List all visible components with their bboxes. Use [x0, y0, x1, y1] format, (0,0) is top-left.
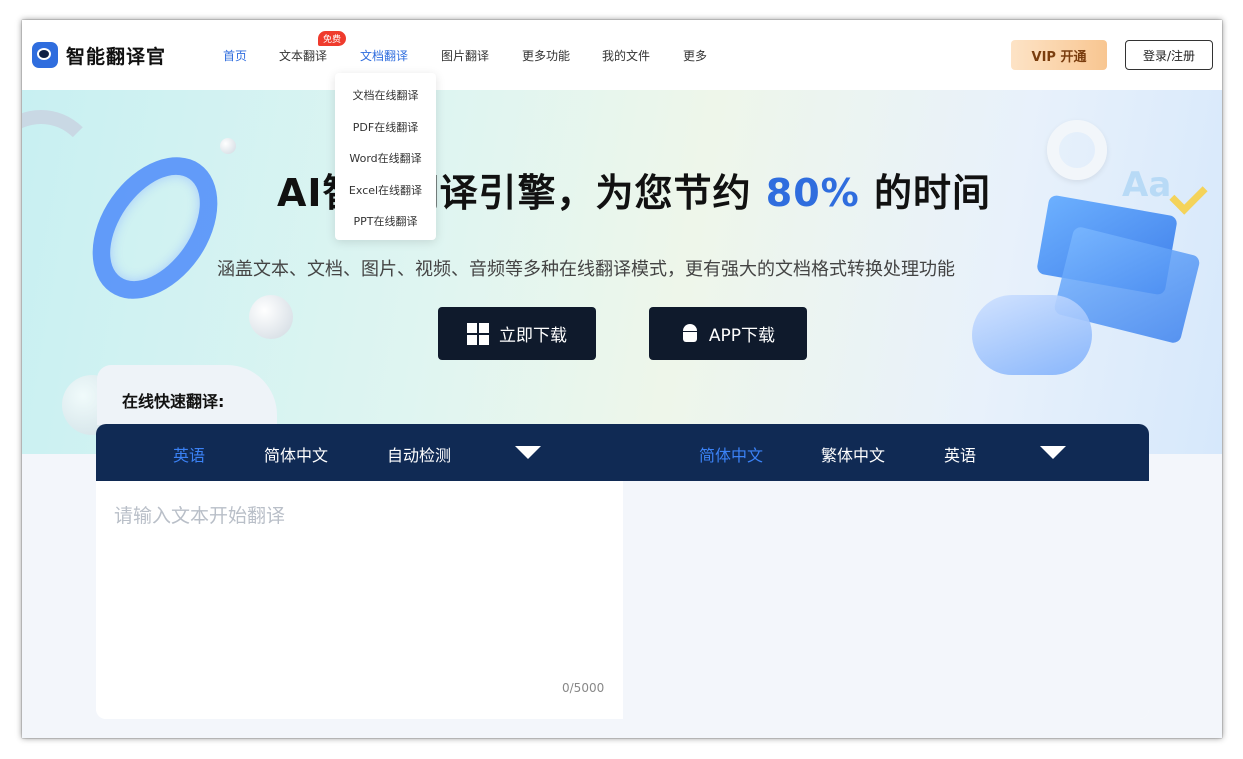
doc-translate-dropdown: 文档在线翻译 PDF在线翻译 Word在线翻译 Excel在线翻译 PPT在线翻…	[335, 73, 436, 240]
brand-name[interactable]: 智能翻译官	[66, 42, 166, 69]
app-download-button[interactable]: APP下载	[649, 307, 807, 360]
nav-item-doc-translate[interactable]: 文档翻译	[360, 47, 408, 64]
target-lang-chevron-down-icon[interactable]	[1040, 446, 1066, 459]
android-icon	[681, 323, 699, 344]
decor-donut	[1047, 120, 1107, 180]
translator-heading: 在线快速翻译:	[122, 392, 225, 411]
target-lang-traditional[interactable]: 繁体中文	[821, 442, 885, 466]
dropdown-item-excel[interactable]: Excel在线翻译	[335, 182, 436, 198]
target-lang-english[interactable]: 英语	[944, 442, 976, 466]
nav-item-more-features[interactable]: 更多功能	[522, 47, 570, 64]
nav-item-home[interactable]: 首页	[223, 47, 247, 64]
app-download-label: APP下载	[708, 326, 776, 346]
hero-title-highlight: 80%	[765, 171, 860, 215]
decor-ball	[249, 295, 293, 339]
windows-icon	[467, 322, 489, 345]
windows-download-button[interactable]: 立即下载	[438, 307, 596, 360]
login-button[interactable]: 登录/注册	[1125, 40, 1213, 70]
language-bar: 英语 简体中文 自动检测 简体中文 繁体中文 英语	[96, 424, 1149, 481]
vip-button[interactable]: VIP 开通	[1011, 40, 1107, 70]
dropdown-item-pdf[interactable]: PDF在线翻译	[335, 119, 436, 135]
source-lang-auto[interactable]: 自动检测	[387, 442, 451, 466]
target-lang-simplified[interactable]: 简体中文	[699, 442, 763, 466]
dropdown-item-doc[interactable]: 文档在线翻译	[335, 87, 436, 103]
hero-subtitle: 涵盖文本、文档、图片、视频、音频等多种在线翻译模式，更有强大的文档格式转换处理功…	[217, 259, 955, 280]
char-counter: 0/5000	[562, 681, 605, 695]
source-lang-chevron-down-icon[interactable]	[515, 446, 541, 459]
translation-output	[623, 481, 1149, 719]
cloud-icon	[972, 295, 1092, 375]
browser-frame: 智能翻译官 首页 文本翻译 免费 文档翻译 图片翻译 更多功能 我的文件 更多 …	[22, 20, 1222, 738]
top-nav: 智能翻译官 首页 文本翻译 免费 文档翻译 图片翻译 更多功能 我的文件 更多 …	[22, 20, 1222, 90]
input-placeholder: 请输入文本开始翻译	[114, 505, 286, 527]
check-icon	[1169, 176, 1208, 215]
nav-item-my-files[interactable]: 我的文件	[602, 47, 650, 64]
decor-ball	[220, 138, 236, 154]
decor-illustration: Aa	[967, 120, 1222, 420]
nav-item-image-translate[interactable]: 图片翻译	[441, 47, 489, 64]
decor-arc	[22, 110, 100, 228]
source-text-input[interactable]: 请输入文本开始翻译 0/5000	[96, 481, 623, 719]
dropdown-item-ppt[interactable]: PPT在线翻译	[335, 213, 436, 229]
decor-aa-text: Aa	[1122, 165, 1172, 205]
free-badge: 免费	[318, 31, 347, 46]
logo-icon[interactable]	[32, 42, 58, 68]
dropdown-item-word[interactable]: Word在线翻译	[335, 150, 436, 166]
source-lang-simplified[interactable]: 简体中文	[264, 442, 328, 466]
download-label: 立即下载	[499, 326, 567, 346]
source-lang-english[interactable]: 英语	[173, 442, 205, 466]
nav-item-text-translate[interactable]: 文本翻译	[279, 47, 327, 64]
nav-item-more[interactable]: 更多	[683, 47, 707, 64]
translator-panel: 英语 简体中文 自动检测 简体中文 繁体中文 英语 请输入文本开始翻译 0/50…	[96, 424, 1149, 719]
